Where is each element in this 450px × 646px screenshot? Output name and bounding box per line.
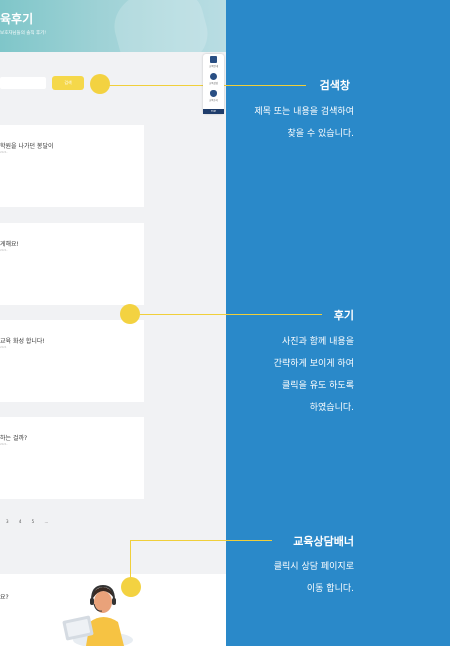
hero-banner: 육후기 보호자님들의 솔직 후기! [0, 0, 226, 52]
chat-icon [210, 73, 217, 80]
quick-menu-item[interactable]: 교육안내 [203, 56, 224, 68]
annotation-line [130, 540, 226, 541]
annotation-line-text: 클릭시 상담 페이지로 [273, 562, 354, 572]
annotation-line-text: 찾을 수 있습니다. [287, 129, 354, 139]
annotation-desc-banner: 클릭시 상담 페이지로 이동 합니다. [274, 556, 354, 600]
annotation-line [226, 314, 322, 315]
annotation-line-text: 간략하게 보이게 하여 [273, 359, 354, 369]
review-title: 교육 화성 합니다! [0, 338, 45, 345]
hero-title: 육후기 [0, 12, 34, 26]
annotation-title-search: 검색창 [319, 79, 350, 92]
book-icon [210, 56, 217, 63]
hero-subtitle: 보호자님들의 솔직 후기! [0, 31, 47, 36]
quick-menu-label: 교육안내 [208, 65, 219, 68]
annotation-line [130, 540, 131, 580]
page-link[interactable]: 4 [19, 519, 22, 524]
mockup-page: 육후기 보호자님들의 솔직 후기! 검색 학원을 나가던 봉달이 2024.. … [0, 0, 226, 646]
pagination: 3 4 5 ... [6, 519, 57, 524]
annotation-line-text: 사진과 함께 내용을 [282, 337, 354, 347]
page-link[interactable]: 3 [6, 519, 9, 524]
review-card[interactable]: 게해요! 2024.. [0, 223, 144, 305]
annotation-title-review: 후기 [333, 309, 354, 322]
annotation-line [132, 314, 226, 315]
review-meta: 2024.. [0, 443, 8, 446]
review-title: 학원을 나가던 봉달이 [0, 143, 54, 150]
annotation-line [226, 85, 306, 86]
search-input[interactable] [0, 77, 46, 89]
annotation-desc-review: 사진과 함께 내용을 간략하게 보이게 하여 클릭을 유도 하도록 하였습니다. [274, 331, 354, 419]
page-ellipsis: ... [44, 519, 49, 524]
review-meta: 2024 [0, 346, 7, 349]
annotation-desc-search: 제목 또는 내용을 검색하여 찾을 수 있습니다. [254, 101, 354, 145]
quick-menu-label: 교육후기 [208, 99, 219, 102]
annotation-dot [90, 74, 110, 94]
paw-icon [210, 90, 217, 97]
consult-banner[interactable]: 요? [0, 574, 226, 646]
annotation-line-text: 클릭을 유도 하도록 [282, 381, 354, 391]
annotation-dot [121, 577, 141, 597]
search-button[interactable]: 검색 [52, 76, 84, 90]
review-meta: 2024.. [0, 249, 8, 252]
annotation-line-text: 제목 또는 내용을 검색하여 [254, 107, 354, 117]
quick-menu-item[interactable]: 교육상담 [203, 73, 224, 85]
page-link[interactable]: 5 [32, 519, 35, 524]
top-button[interactable]: TOP [203, 109, 224, 114]
annotation-title-banner: 교육상담배너 [293, 535, 354, 548]
annotation-dot [120, 304, 140, 324]
review-title: 게해요! [0, 241, 19, 248]
annotation-line-text: 이동 합니다. [306, 584, 354, 594]
review-meta: 2024.. [0, 151, 8, 154]
review-card[interactable]: 학원을 나가던 봉달이 2024.. [0, 125, 144, 207]
quick-menu-label: 교육상담 [208, 82, 219, 85]
review-title: 하는 걸까? [0, 435, 28, 442]
review-card[interactable]: 교육 화성 합니다! 2024 [0, 320, 144, 402]
annotation-line [226, 540, 272, 541]
review-card[interactable]: 하는 걸까? 2024.. [0, 417, 144, 499]
quick-menu: 교육안내 교육상담 교육후기 [203, 54, 224, 114]
annotation-line-text: 하였습니다. [309, 403, 354, 413]
banner-text: 요? [0, 594, 9, 601]
quick-menu-item[interactable]: 교육후기 [203, 90, 224, 102]
